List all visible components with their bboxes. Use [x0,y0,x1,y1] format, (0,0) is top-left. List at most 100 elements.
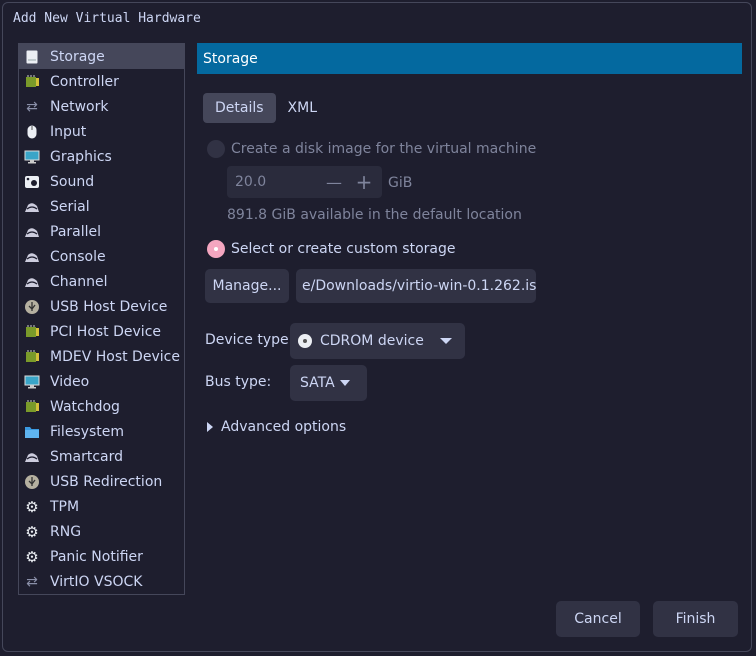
sidebar-item-channel[interactable]: Channel [19,269,184,294]
manage-button[interactable]: Manage... [205,269,289,303]
sidebar-item-label: Network [50,98,109,115]
speaker-icon [24,174,40,190]
sidebar-item-label: Serial [50,198,90,215]
sidebar-item-graphics[interactable]: Graphics [19,144,184,169]
sidebar-item-mdev-host-device[interactable]: MDEV Host Device [19,344,184,369]
serial-port-icon [24,249,40,265]
hardware-type-list[interactable]: Storage Controller ⇄ Network Input Graph… [18,43,185,595]
serial-port-icon [24,199,40,215]
sidebar-item-pci-host-device[interactable]: PCI Host Device [19,319,184,344]
bus-type-dropdown[interactable]: SATA [290,365,367,401]
create-disk-option[interactable]: Create a disk image for the virtual mach… [207,140,536,158]
sidebar-item-label: TPM [50,498,80,515]
sidebar-item-sound[interactable]: Sound [19,169,184,194]
sidebar-item-usb-host-device[interactable]: USB Host Device [19,294,184,319]
usb-icon [24,299,40,315]
advanced-options-expander[interactable]: Advanced options [207,419,346,435]
sidebar-item-input[interactable]: Input [19,119,184,144]
chevron-down-icon [340,380,350,386]
chevron-down-icon [440,338,452,344]
sidebar-item-label: Input [50,123,87,140]
sidebar-item-label: Sound [50,173,95,190]
chip-icon [24,74,40,90]
storage-panel: Storage Details XML Create a disk image … [197,43,742,435]
device-type-label: Device type: [205,332,294,348]
disk-size-spinner: 20.0 — + [227,166,382,198]
storage-path-value: e/Downloads/virtio-win-0.1.262.iso [302,278,536,294]
monitor-icon [24,149,40,165]
sidebar-item-parallel[interactable]: Parallel [19,219,184,244]
device-type-dropdown[interactable]: CDROM device [290,323,465,359]
sidebar-item-filesystem[interactable]: Filesystem [19,419,184,444]
sidebar-item-label: Smartcard [50,448,124,465]
folder-icon [24,424,40,440]
sidebar-item-label: Graphics [50,148,112,165]
sidebar-item-watchdog[interactable]: Watchdog [19,394,184,419]
sidebar-item-label: VirtIO VSOCK [50,573,143,590]
chip-icon [24,399,40,415]
sidebar-item-network[interactable]: ⇄ Network [19,94,184,119]
increment-button[interactable]: + [349,170,379,194]
bus-type-value: SATA [300,375,335,391]
serial-port-icon [24,274,40,290]
disk-size-input[interactable]: 20.0 [227,174,319,190]
device-type-value: CDROM device [320,333,424,349]
sidebar-item-label: Storage [50,48,105,65]
size-unit-label: GiB [388,175,413,191]
sidebar-item-label: Console [50,248,106,265]
window-title: Add New Virtual Hardware [13,11,201,26]
sidebar-item-label: Video [50,373,90,390]
sidebar-item-label: USB Redirection [50,473,163,490]
gear-icon: ⚙ [25,497,39,516]
create-disk-radio[interactable] [207,140,225,158]
cancel-button[interactable]: Cancel [556,601,640,637]
sidebar-item-storage[interactable]: Storage [19,44,184,69]
storage-path-input[interactable]: e/Downloads/virtio-win-0.1.262.iso [296,269,536,303]
network-arrows-icon: ⇄ [26,573,38,590]
sidebar-item-label: Parallel [50,223,102,240]
custom-storage-label: Select or create custom storage [231,241,456,257]
sidebar-item-label: Panic Notifier [50,548,143,565]
sidebar-item-panic-notifier[interactable]: ⚙ Panic Notifier [19,544,184,569]
custom-storage-radio[interactable] [207,240,225,258]
network-arrows-icon: ⇄ [26,98,38,115]
tab-xml[interactable]: XML [276,93,329,123]
cdrom-icon [298,334,312,348]
sidebar-item-controller[interactable]: Controller [19,69,184,94]
decrement-button[interactable]: — [319,173,349,192]
gear-icon: ⚙ [25,522,39,541]
mouse-icon [24,124,40,140]
sidebar-item-label: Watchdog [50,398,120,415]
sidebar-item-usb-redirection[interactable]: USB Redirection [19,469,184,494]
gear-icon: ⚙ [25,547,39,566]
sidebar-item-rng[interactable]: ⚙ RNG [19,519,184,544]
chip-icon [24,324,40,340]
chevron-right-icon [207,422,213,432]
sidebar-item-smartcard[interactable]: Smartcard [19,444,184,469]
sidebar-item-label: Controller [50,73,119,90]
custom-storage-option[interactable]: Select or create custom storage [207,240,456,258]
sidebar-item-serial[interactable]: Serial [19,194,184,219]
advanced-options-label: Advanced options [221,419,347,435]
sidebar-item-virtio-vsock[interactable]: ⇄ VirtIO VSOCK [19,569,184,594]
bus-type-label: Bus type: [205,374,272,390]
sidebar-item-tpm[interactable]: ⚙ TPM [19,494,184,519]
tab-bar: Details XML [203,93,329,123]
serial-port-icon [24,224,40,240]
sidebar-item-label: USB Host Device [50,298,168,315]
tab-details[interactable]: Details [203,93,276,123]
sidebar-item-label: PCI Host Device [50,323,162,340]
serial-port-icon [24,449,40,465]
available-space-text: 891.8 GiB available in the default locat… [227,207,522,223]
sidebar-item-video[interactable]: Video [19,369,184,394]
usb-icon [24,474,40,490]
sidebar-item-label: Channel [50,273,108,290]
sidebar-item-console[interactable]: Console [19,244,184,269]
add-hardware-dialog: Add New Virtual Hardware Storage Control… [2,2,752,652]
create-disk-label: Create a disk image for the virtual mach… [231,141,537,157]
storage-icon [24,49,40,65]
finish-button[interactable]: Finish [653,601,738,637]
monitor-icon [24,374,40,390]
sidebar-item-label: Filesystem [50,423,125,440]
page-title: Storage [197,43,742,74]
